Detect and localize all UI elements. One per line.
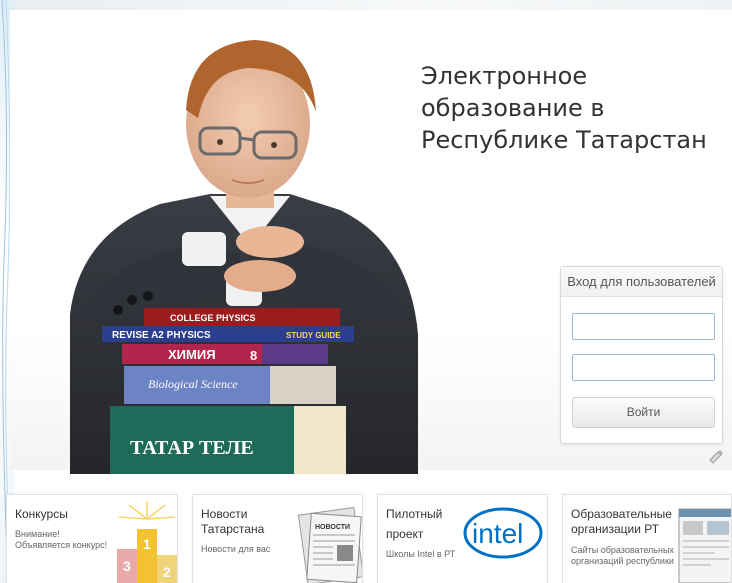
book-chemistry: ХИМИЯ [168,347,216,362]
card-subtitle: Сайты образовательных [571,545,674,555]
card-subtitle: организаций республики [571,556,674,566]
hero-title-line: образование в [421,94,605,122]
card-title: Образовательные [571,507,672,521]
username-input[interactable] [572,313,715,340]
feature-cards: Конкурсы Внимание! Объявляется конкурс! … [0,470,732,583]
card-title-line2: организации РТ [571,522,660,536]
card-subtitle: Школы Intel в РТ [386,549,456,559]
card-title: Пилотный [386,507,443,521]
pencil-note-icon[interactable] [708,446,726,464]
hero-title: Электронное образование в Республике Тат… [421,60,721,156]
login-button[interactable]: Войти [572,397,715,428]
card-title: Новости [201,507,248,521]
podium-first: 1 [143,536,151,552]
podium-third: 3 [123,558,131,574]
book-chemistry-grade: 8 [250,348,257,363]
book-biology: Biological Science [148,377,238,391]
card-contests[interactable]: Конкурсы Внимание! Объявляется конкурс! … [6,494,178,583]
book-college-physics: COLLEGE PHYSICS [170,313,256,323]
card-title: Конкурсы [15,507,68,521]
hero-title-line: Республике Татарстан [421,126,707,154]
student-with-books-image: COLLEGE PHYSICS REVISE A2 PHYSICS STUDY … [70,40,418,474]
intel-logo-icon: intel [463,507,543,559]
book-study-guide: STUDY GUIDE [286,331,341,340]
top-strip [0,0,732,10]
login-panel: Вход для пользователей Войти [560,266,723,444]
card-title-line2: проект [386,527,424,541]
card-organizations[interactable]: Образовательные организации РТ Сайты обр… [562,494,732,583]
card-subtitle: Новости для вас [201,544,271,554]
website-screenshot-icon [678,508,731,583]
podium-icon: 1 3 2 [117,501,177,583]
hero-title-line: Электронное [421,62,588,90]
newspaper-masthead: НОВОСТИ [315,524,350,531]
book-tatar-tele: ТАТАР ТЕЛЕ [130,437,254,459]
intel-logo-text: intel [472,518,523,549]
card-pilot-project[interactable]: Пилотный проект Школы Intel в РТ intel [377,494,548,583]
password-input[interactable] [572,354,715,381]
login-title: Вход для пользователей [561,267,722,297]
podium-second: 2 [163,564,171,580]
book-revise-a2: REVISE A2 PHYSICS [112,330,211,341]
newspaper-icon: НОВОСТИ [297,506,362,583]
card-subtitle: Объявляется конкурс! [15,540,108,550]
card-news[interactable]: Новости Татарстана Новости для вас НОВОС… [192,494,363,583]
card-subtitle: Внимание! [15,529,60,539]
card-title-line2: Татарстана [201,522,265,536]
book-stack: COLLEGE PHYSICS REVISE A2 PHYSICS STUDY … [102,308,354,474]
